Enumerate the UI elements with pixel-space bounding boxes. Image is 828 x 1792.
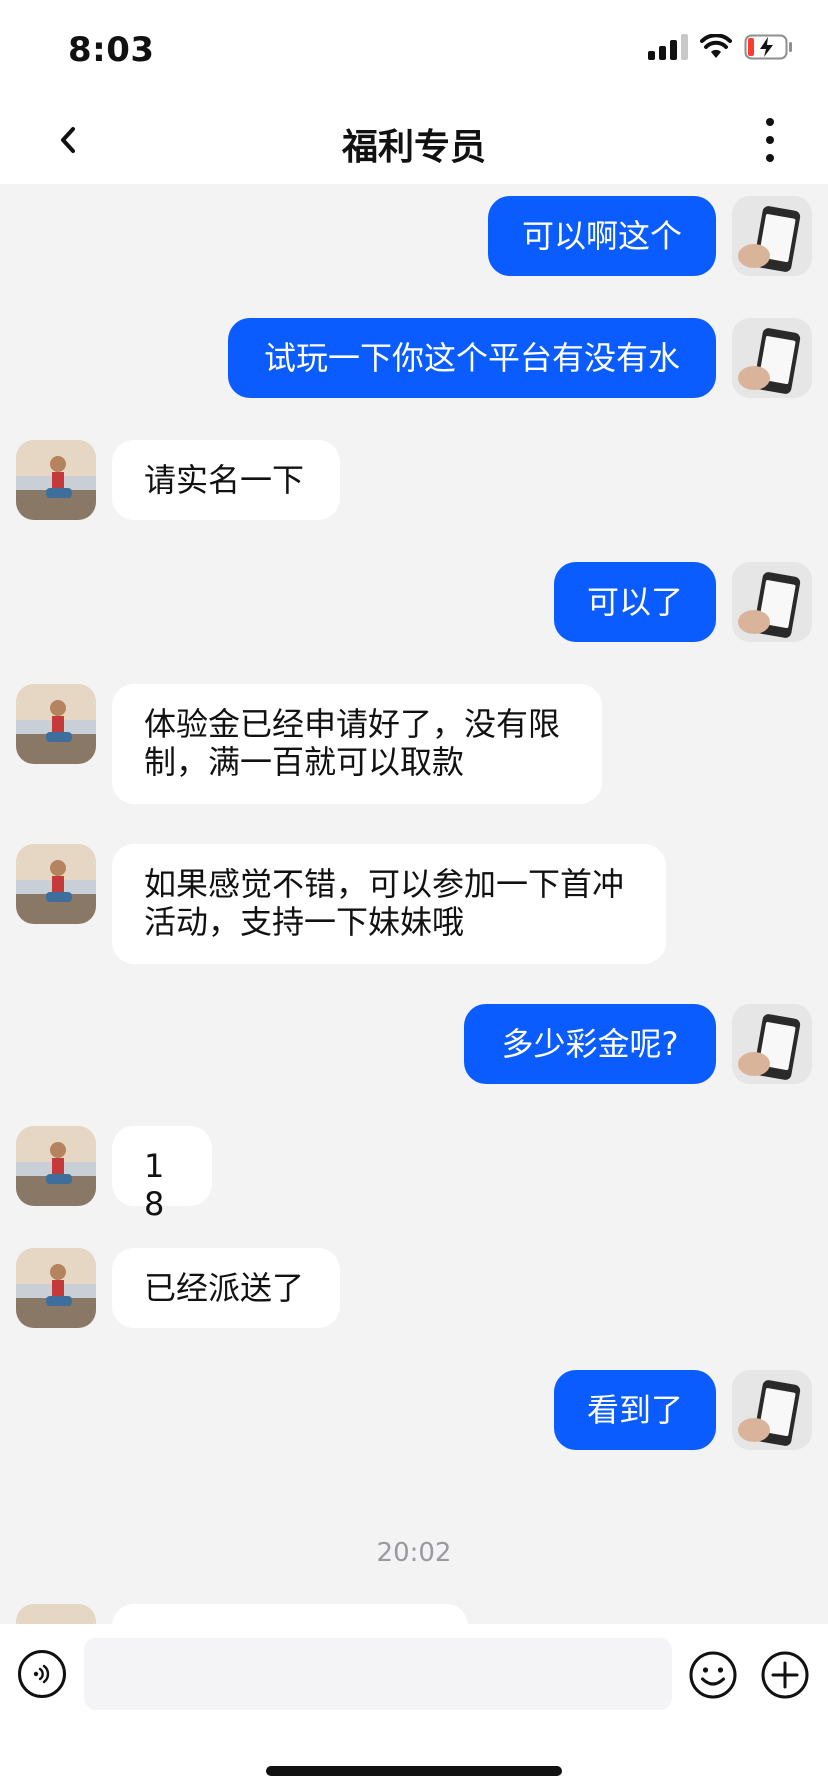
contact-avatar[interactable] (16, 684, 96, 764)
my-avatar[interactable] (732, 1370, 812, 1450)
contact-avatar[interactable] (16, 1248, 96, 1328)
message-text: 已经派送了 (144, 1269, 305, 1307)
my-avatar[interactable] (732, 562, 812, 642)
page-title: 福利专员 (341, 127, 486, 168)
status-icons (648, 34, 794, 60)
message-text: 请实名一下 (144, 461, 305, 499)
contact-avatar[interactable] (16, 1126, 96, 1206)
contact-avatar[interactable] (16, 1604, 96, 1624)
message-text: 体验金已经申请好了，没有限制，满一百就可以取款 (144, 705, 561, 781)
wifi-icon (700, 34, 732, 58)
message-input[interactable] (84, 1638, 672, 1710)
message-bubble-mine[interactable]: 可以啊这个 (488, 196, 716, 276)
message-bubble-theirs[interactable]: 如果感觉不错，可以参加一下首冲活动，支持一下妹妹哦 (112, 844, 666, 964)
my-avatar[interactable] (732, 318, 812, 398)
contact-avatar[interactable] (16, 844, 96, 924)
more-vertical-icon (766, 118, 774, 126)
battery-charging-icon (744, 34, 792, 60)
message-bubble-theirs[interactable]: 18 (112, 1126, 212, 1223)
message-text: 18 (144, 1147, 165, 1223)
message-text: 可以了 (586, 583, 683, 621)
plus-button[interactable] (760, 1650, 810, 1700)
my-avatar[interactable] (732, 196, 812, 276)
signal-icon (648, 34, 688, 60)
emoji-button[interactable] (688, 1650, 738, 1700)
message-bubble-mine[interactable]: 试玩一下你这个平台有没有水 (228, 318, 716, 398)
input-bar (0, 1624, 828, 1792)
nav-bar: 福利专员 (0, 96, 828, 184)
my-avatar[interactable] (732, 1004, 812, 1084)
plus-icon (761, 1651, 809, 1699)
message-text: 试玩一下你这个平台有没有水 (263, 339, 680, 377)
voice-icon (33, 1664, 50, 1684)
voice-button[interactable] (18, 1650, 66, 1698)
message-timestamp: 20:02 (376, 1538, 452, 1568)
message-text: 如果感觉不错，可以参加一下首冲活动，支持一下妹妹哦 (144, 865, 625, 941)
message-bubble-theirs[interactable]: 请实名一下 (112, 440, 340, 520)
message-bubble-theirs[interactable]: 已经派送了 (112, 1248, 340, 1328)
message-bubble-mine[interactable]: 可以了 (554, 562, 716, 642)
status-time: 8:03 (68, 30, 155, 70)
message-text: 多少彩金呢? (501, 1025, 679, 1063)
emoji-icon (689, 1651, 737, 1699)
more-button[interactable] (760, 118, 780, 162)
message-bubble-mine[interactable]: 看到了 (554, 1370, 716, 1450)
message-bubble-mine[interactable]: 多少彩金呢? (464, 1004, 716, 1084)
contact-avatar[interactable] (16, 440, 96, 520)
chat-area[interactable]: 可以啊这个 试玩一下你这个平台有没有水 请实名一下 可以了 体验金已经申请好了，… (0, 184, 828, 1624)
message-text: 看到了 (586, 1391, 683, 1429)
message-bubble-theirs[interactable] (112, 1604, 468, 1624)
message-bubble-theirs[interactable]: 体验金已经申请好了，没有限制，满一百就可以取款 (112, 684, 602, 804)
status-bar: 8:03 (0, 0, 828, 96)
message-text: 可以啊这个 (521, 217, 682, 255)
home-indicator (266, 1766, 562, 1776)
